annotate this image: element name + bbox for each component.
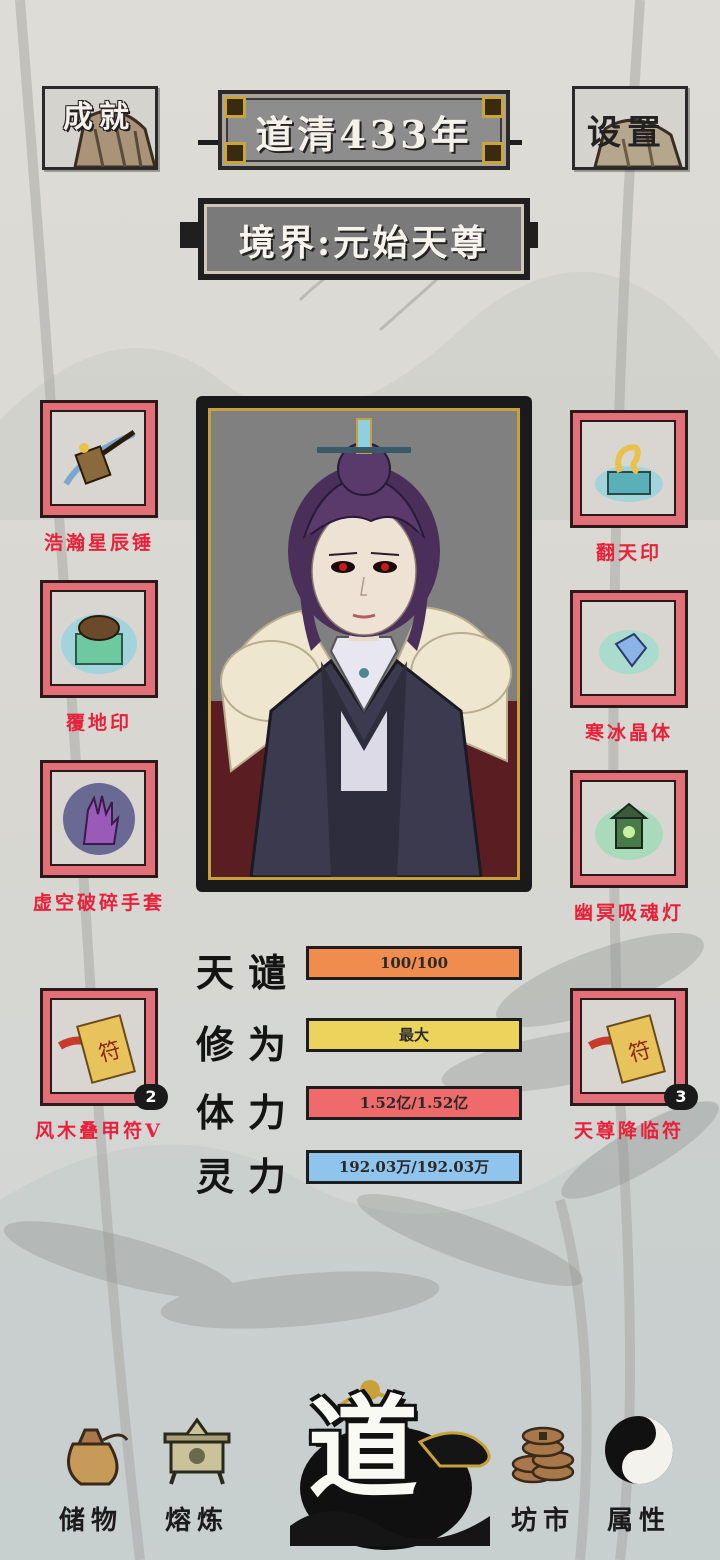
equip-name: 寒冰晶体 [584, 722, 673, 744]
stat-bar-tili: 1.52亿/1.52亿 [306, 1086, 522, 1120]
stat-label-tianqian: 天谴 [196, 950, 301, 995]
item-count-badge: 3 [664, 1084, 698, 1110]
stat-bar-tianqian: 100/100 [306, 946, 522, 980]
nav-refine[interactable]: 熔炼 [142, 1410, 252, 1540]
stat-value: 1.52亿/1.52亿 [359, 1094, 469, 1112]
equip-slot-earth-seal[interactable]: 覆地印 [40, 580, 158, 734]
nav-attributes-label: 属性 [606, 1506, 671, 1536]
nav-dao[interactable]: 道 [270, 1376, 500, 1556]
star-hammer-icon [63, 429, 136, 486]
cauldron-icon [163, 1417, 231, 1485]
equip-name: 翻天印 [595, 542, 662, 564]
equip-name: 虚空破碎手套 [32, 892, 165, 914]
equip-name: 天尊降临符 [573, 1120, 684, 1142]
nav-refine-label: 熔炼 [164, 1506, 229, 1536]
equip-slot-heaven-seal[interactable]: 翻天印 [570, 410, 688, 564]
nav-market-label: 坊市 [510, 1506, 575, 1536]
equip-slot-descend-talisman[interactable]: 符 3 天尊降临符 [570, 988, 698, 1142]
heaven-seal-icon [595, 444, 663, 502]
plaque-rod [198, 140, 218, 145]
stat-label-tili: 体力 [196, 1090, 301, 1135]
nav-storage-label: 储物 [58, 1506, 123, 1536]
coin-stack-icon [511, 1426, 575, 1484]
equip-slot-soul-lantern[interactable]: 幽冥吸魂灯 [570, 770, 688, 924]
equip-slot-wind-wood-talisman[interactable]: 符 2 风木叠甲符V [35, 988, 168, 1142]
stat-label-xiuwei: 修为 [196, 1022, 301, 1067]
achievements-button[interactable]: 成就 [42, 86, 158, 170]
equip-name: 浩瀚星辰锤 [43, 532, 154, 554]
character-illustration [211, 411, 517, 877]
yin-yang-icon [605, 1416, 673, 1484]
earth-seal-icon [61, 614, 137, 674]
equip-slot-star-hammer[interactable]: 浩瀚星辰锤 [40, 400, 158, 554]
equip-name: 幽冥吸魂灯 [573, 902, 684, 924]
realm-plaque: 境界:元始天尊 [198, 198, 530, 280]
character-portrait [208, 408, 520, 880]
pouch-icon [67, 1428, 129, 1486]
stat-value: 最大 [398, 1026, 429, 1044]
talisman-scroll-icon: 符 [587, 1014, 666, 1084]
nav-market[interactable]: 坊市 [488, 1410, 598, 1540]
year-plaque: 道清433年 [218, 90, 510, 170]
dao-glyph: 道 [308, 1384, 418, 1513]
stat-bar-lingli: 192.03万/192.03万 [306, 1150, 522, 1184]
achievements-label: 成就 [63, 100, 135, 135]
settings-label: 设置 [587, 113, 667, 153]
void-gauntlet-icon [63, 783, 135, 855]
stat-label-lingli: 灵力 [196, 1154, 301, 1199]
stat-value: 100/100 [379, 954, 449, 972]
settings-button[interactable]: 设置 [572, 86, 688, 170]
equip-name: 覆地印 [65, 712, 132, 734]
ice-crystal-icon [599, 630, 659, 674]
stat-value: 192.03万/192.03万 [338, 1158, 490, 1176]
soul-lantern-icon [595, 802, 663, 860]
nav-storage[interactable]: 储物 [36, 1410, 146, 1540]
stat-bar-xiuwei: 最大 [306, 1018, 522, 1052]
equip-name: 风木叠甲符V [35, 1120, 163, 1142]
talisman-scroll-icon: 符 [57, 1014, 136, 1084]
item-count-badge: 2 [134, 1084, 168, 1110]
equip-slot-void-gauntlet[interactable]: 虚空破碎手套 [33, 760, 162, 914]
realm-display: 境界:元始天尊 [238, 222, 490, 264]
nav-attributes[interactable]: 属性 [584, 1410, 694, 1540]
year-display: 道清433年 [255, 112, 473, 157]
character-portrait-frame[interactable] [196, 396, 532, 892]
equip-slot-ice-crystal[interactable]: 寒冰晶体 [570, 590, 688, 744]
